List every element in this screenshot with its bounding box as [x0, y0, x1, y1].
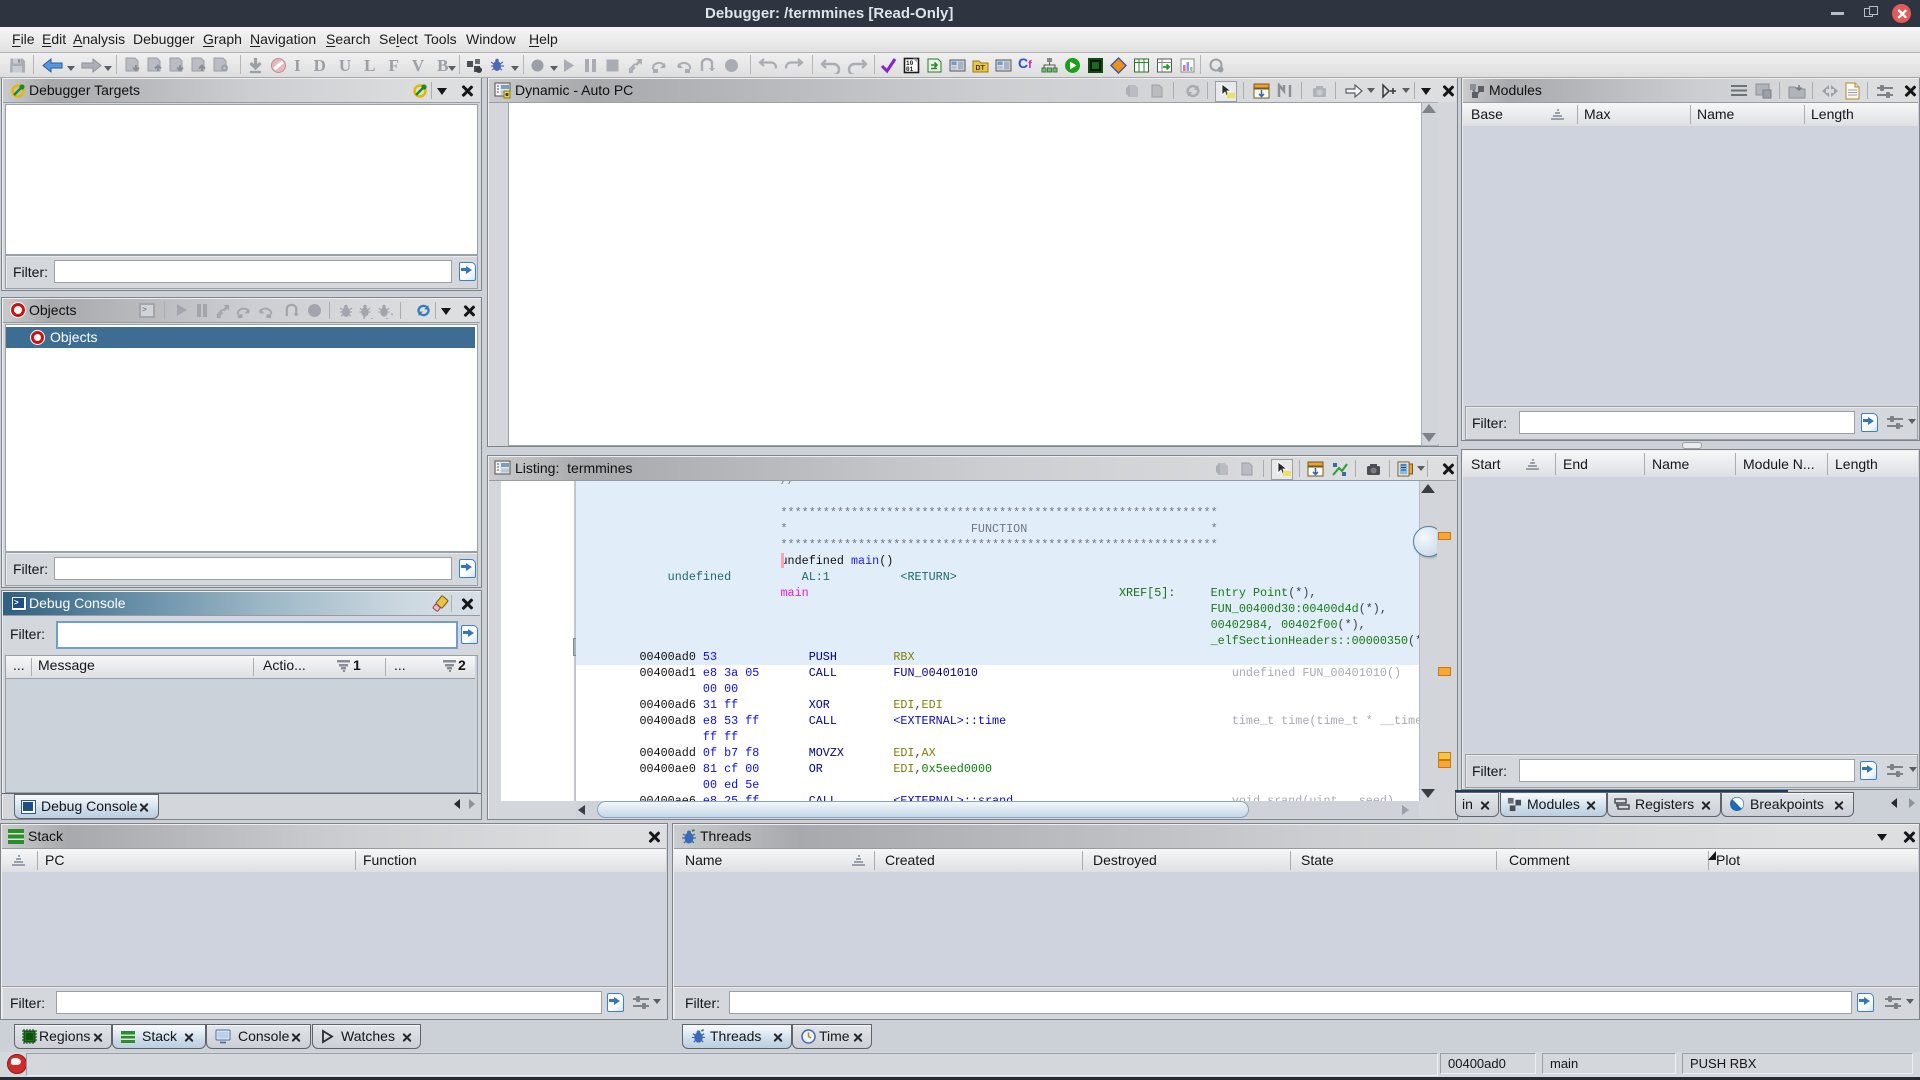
svg-text:DT: DT	[976, 65, 986, 72]
svg-text:01: 01	[906, 66, 914, 73]
